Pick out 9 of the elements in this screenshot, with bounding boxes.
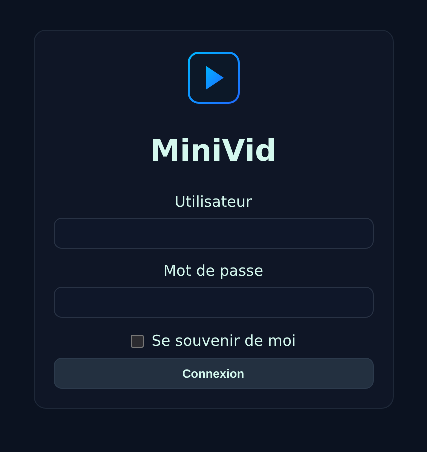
login-button[interactable]: Connexion [54, 358, 374, 389]
checkbox[interactable] [130, 334, 144, 348]
play-logo-icon [188, 52, 240, 104]
checkbox-label: Se souvenir de moi [152, 332, 296, 350]
field-label: Mot de passe [164, 261, 264, 281]
field-label: Utilisateur [174, 192, 252, 212]
input-field[interactable] [54, 287, 374, 318]
app-title: MiniVid [150, 134, 277, 170]
input-field[interactable] [54, 218, 374, 249]
